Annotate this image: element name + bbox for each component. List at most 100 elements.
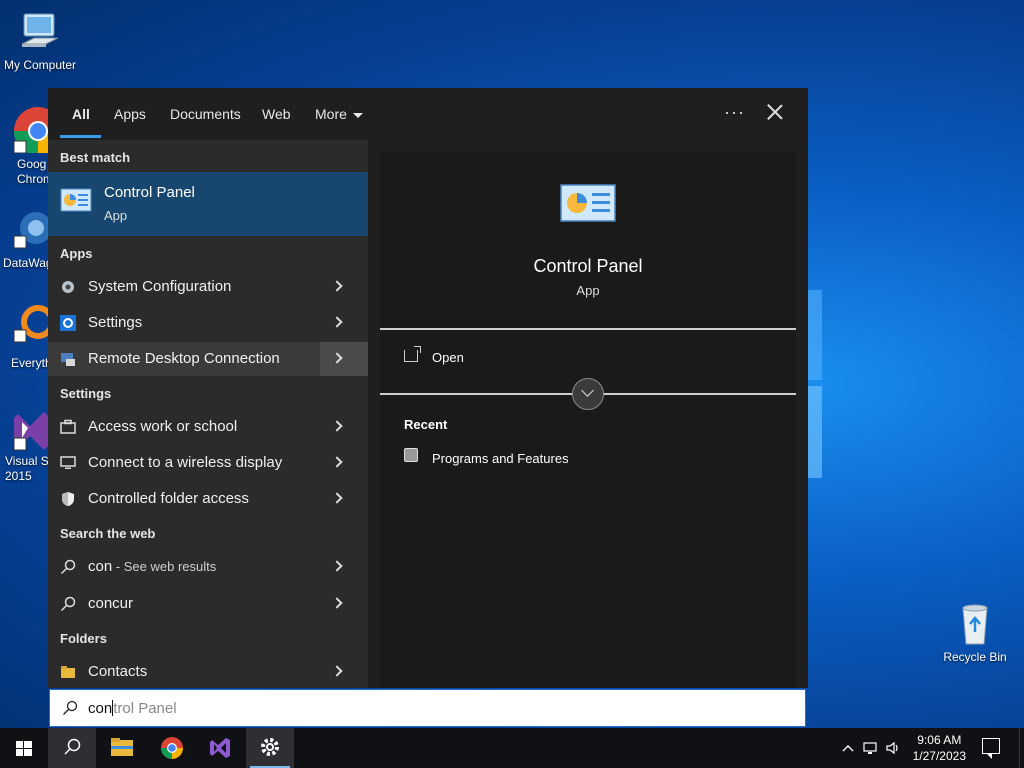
expand-chevron-icon[interactable] xyxy=(572,378,604,410)
system-configuration-icon xyxy=(62,281,74,293)
remote-desktop-icon xyxy=(61,353,75,366)
result-controlled-folder-access[interactable]: Controlled folder access xyxy=(48,482,368,516)
preview-title: Control Panel xyxy=(533,256,643,276)
control-panel-icon xyxy=(60,188,92,214)
speaker-icon[interactable] xyxy=(885,740,901,756)
desktop-icon-recycle-bin[interactable]: Recycle Bin xyxy=(935,602,1015,664)
desktop-icon-everything[interactable]: Everyth xyxy=(0,304,48,370)
best-match-item[interactable]: Control Panel App xyxy=(48,172,368,236)
tab-all[interactable]: All xyxy=(72,106,90,122)
chevron-right-icon[interactable] xyxy=(331,456,343,468)
search-query: con xyxy=(88,700,113,717)
settings-gear-icon xyxy=(60,315,76,331)
tab-more-label: More xyxy=(315,106,347,122)
chevron-right-icon[interactable] xyxy=(331,560,343,572)
desktop-icon-label: Visual St 2015 xyxy=(5,454,48,483)
result-label: Connect to a wireless display xyxy=(88,454,283,471)
taskbar-chrome[interactable] xyxy=(148,728,196,768)
recent-item[interactable]: Programs and Features xyxy=(432,451,569,466)
result-label: System Configuration xyxy=(88,278,232,295)
chevron-right-icon[interactable] xyxy=(331,597,343,609)
search-icon xyxy=(60,559,76,575)
result-label: Contacts xyxy=(88,663,148,680)
taskbar-file-explorer[interactable] xyxy=(98,728,146,768)
tab-documents[interactable]: Documents xyxy=(170,106,241,122)
chevron-right-icon[interactable] xyxy=(331,665,343,677)
briefcase-icon xyxy=(60,419,76,434)
desktop-icon-chrome[interactable]: Goog Chrom xyxy=(0,105,48,189)
tab-more[interactable]: More xyxy=(315,106,363,122)
result-system-configuration[interactable]: System Configuration xyxy=(48,270,368,304)
expand-button[interactable] xyxy=(320,342,368,376)
gear-icon xyxy=(261,738,279,756)
section-search-web: Search the web xyxy=(60,526,156,541)
result-contacts[interactable]: Contacts xyxy=(48,655,368,689)
more-options-icon[interactable]: ··· xyxy=(724,102,745,123)
chevron-right-icon[interactable] xyxy=(331,280,343,292)
result-settings[interactable]: Settings xyxy=(48,306,368,340)
divider xyxy=(380,328,796,330)
open-action[interactable]: Open xyxy=(432,350,464,365)
everything-search-icon xyxy=(13,305,48,343)
section-best-match: Best match xyxy=(60,150,131,165)
wallpaper-beam xyxy=(808,386,822,478)
search-box[interactable]: control Panel xyxy=(49,689,806,727)
show-desktop-button[interactable] xyxy=(1019,728,1024,768)
chevron-right-icon[interactable] xyxy=(331,316,343,328)
taskbar-search-button[interactable] xyxy=(48,728,96,768)
chevron-right-icon[interactable] xyxy=(331,492,343,504)
computer-icon xyxy=(18,10,62,54)
tab-web[interactable]: Web xyxy=(262,106,291,122)
taskbar: 9:06 AM 1/27/2023 xyxy=(0,728,1024,768)
desktop-icon-label: My Computer xyxy=(3,58,77,72)
search-icon xyxy=(63,700,78,715)
result-label: Remote Desktop Connection xyxy=(88,350,280,367)
best-match-type: App xyxy=(104,208,128,223)
recent-header: Recent xyxy=(404,417,448,432)
desktop-icon-visual-studio[interactable]: Visual St 2015 xyxy=(0,408,48,488)
section-settings: Settings xyxy=(60,386,112,401)
recycle-bin-icon xyxy=(953,602,997,646)
result-web-concur[interactable]: concur xyxy=(48,587,368,621)
visual-studio-icon xyxy=(210,738,230,758)
network-icon[interactable] xyxy=(862,740,878,756)
open-icon[interactable] xyxy=(404,346,421,362)
search-autocomplete: trol Panel xyxy=(113,700,177,717)
search-flyout: All Apps Documents Web More ··· Best mat… xyxy=(48,88,808,688)
results-list: Best match Control Panel App Apps System… xyxy=(48,140,368,688)
chrome-icon xyxy=(13,107,48,155)
clock[interactable]: 9:06 AM 1/27/2023 xyxy=(913,732,966,764)
result-label: Controlled folder access xyxy=(88,490,249,507)
desktop-icon-my-computer[interactable]: My Computer xyxy=(0,10,80,72)
tab-apps[interactable]: Apps xyxy=(114,106,146,122)
notification-center-icon[interactable] xyxy=(982,738,1000,759)
chevron-up-icon[interactable] xyxy=(840,740,856,756)
result-label: Settings xyxy=(88,314,143,331)
caret-down-icon xyxy=(352,112,363,118)
search-input[interactable]: control Panel xyxy=(88,700,177,717)
display-icon xyxy=(60,456,76,469)
programs-features-icon xyxy=(404,448,418,462)
taskbar-visual-studio[interactable] xyxy=(196,728,244,768)
result-web-con[interactable]: con - See web results xyxy=(48,550,368,584)
close-icon[interactable] xyxy=(763,100,787,124)
folder-icon xyxy=(111,738,133,756)
result-label: concur xyxy=(88,595,134,612)
result-label: Access work or school xyxy=(88,418,238,435)
desktop-icon-datawag[interactable]: DataWag xyxy=(0,210,48,274)
windows-logo-icon xyxy=(16,741,32,756)
result-connect-wireless-display[interactable]: Connect to a wireless display xyxy=(48,446,368,480)
result-remote-desktop-connection[interactable]: Remote Desktop Connection xyxy=(48,342,368,376)
contacts-folder-icon xyxy=(61,666,75,678)
result-access-work-or-school[interactable]: Access work or school xyxy=(48,410,368,444)
section-apps: Apps xyxy=(60,246,93,261)
desktop-icon-label: DataWag xyxy=(3,256,48,270)
preview-pane: Control Panel App Open Recent Programs a… xyxy=(380,152,796,688)
start-button[interactable] xyxy=(0,728,48,768)
chevron-right-icon[interactable] xyxy=(331,420,343,432)
visual-studio-icon xyxy=(13,412,48,451)
search-icon xyxy=(60,596,76,612)
taskbar-settings[interactable] xyxy=(246,728,294,768)
result-label: con - See web results xyxy=(88,558,216,575)
preview-type: App xyxy=(576,283,600,298)
